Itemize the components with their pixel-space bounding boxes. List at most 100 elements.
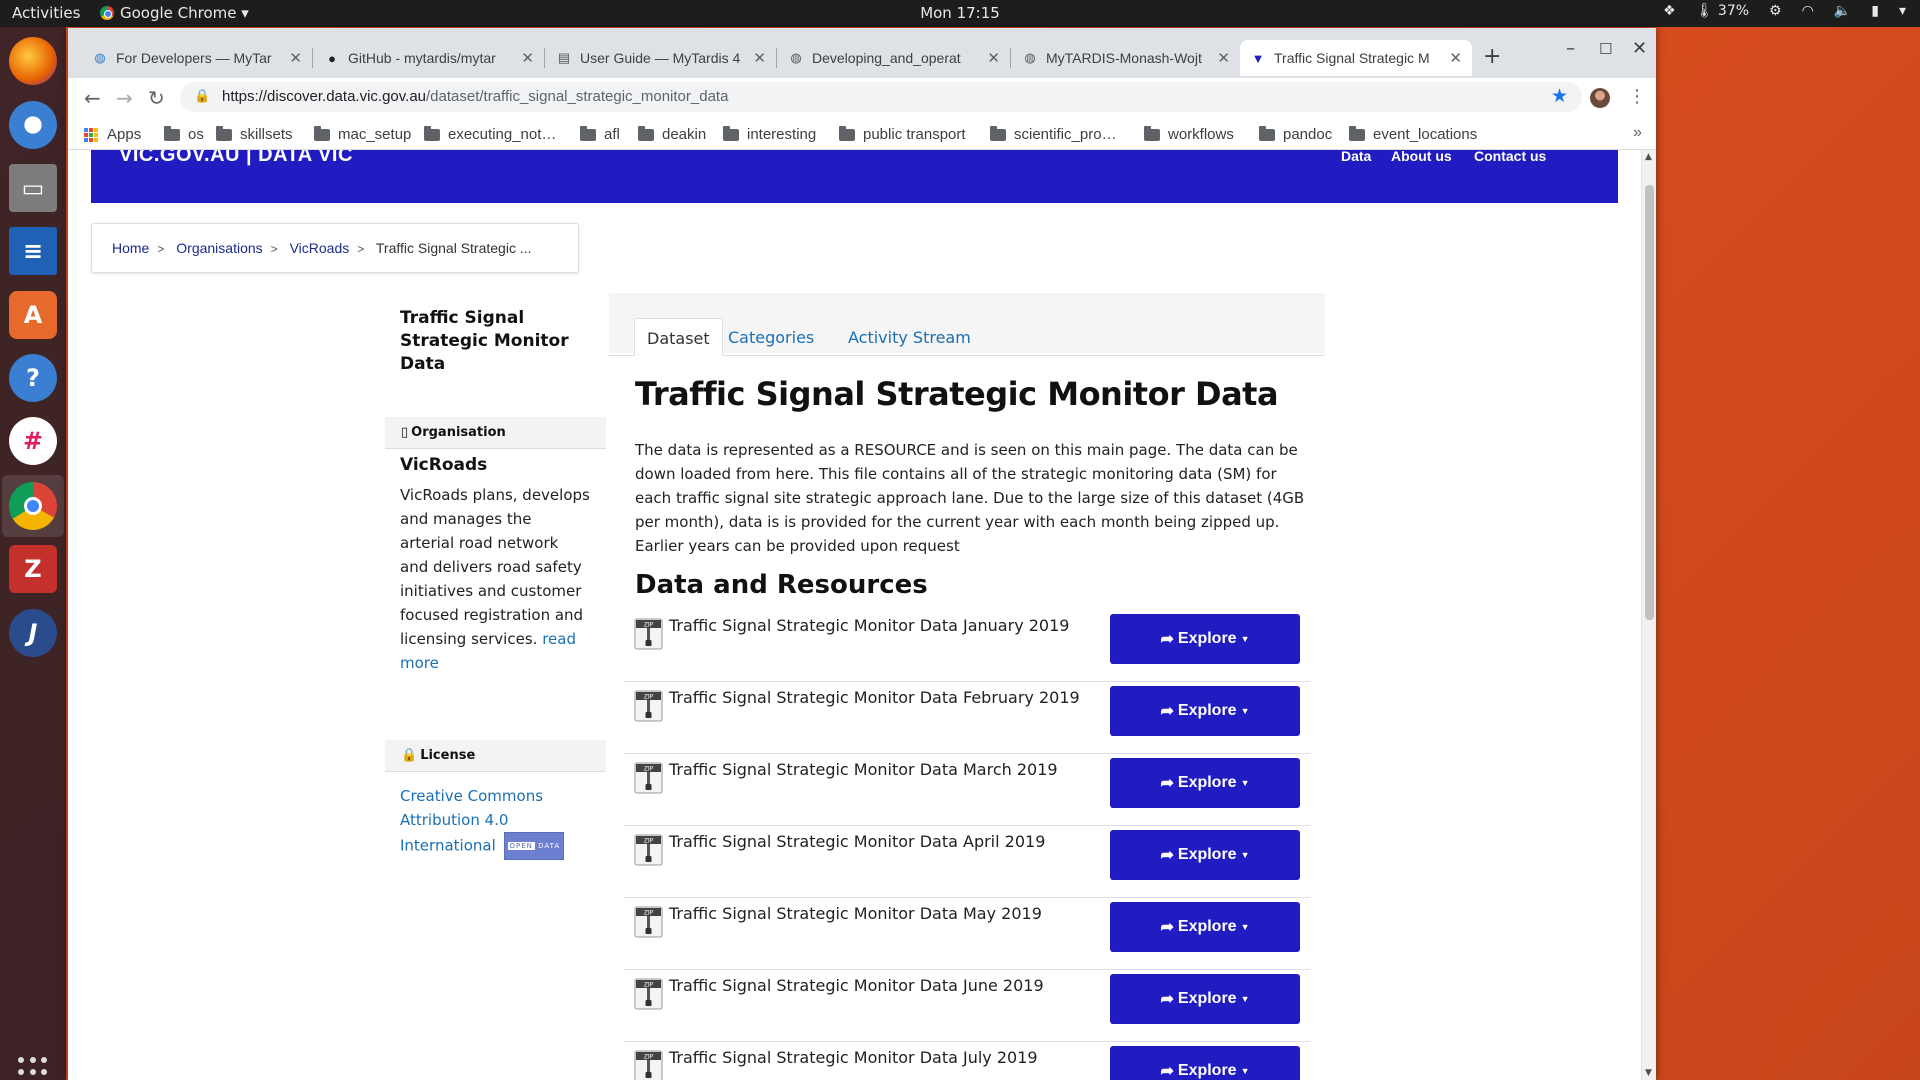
- scroll-up-icon[interactable]: ▲: [1645, 152, 1652, 162]
- doc-icon: ▤: [557, 50, 571, 65]
- bookmark-folder[interactable]: afl: [580, 125, 620, 143]
- bookmark-apps[interactable]: Apps: [84, 126, 141, 143]
- new-tab-button[interactable]: +: [1483, 44, 1501, 69]
- breadcrumb-organisations[interactable]: Organisations: [176, 240, 262, 256]
- explore-button[interactable]: ➦ Explore ▼: [1110, 686, 1300, 736]
- folder-icon: [424, 125, 440, 141]
- bookmark-star-icon[interactable]: ★: [1551, 85, 1568, 108]
- license-block: Creative Commons Attribution 4.0 Interna…: [400, 784, 600, 860]
- writer-icon[interactable]: ≡: [9, 227, 57, 275]
- forward-button[interactable]: →: [116, 86, 133, 110]
- system-tray[interactable]: ❖ 🌡 37% ⚙ ◠ 🔈 ▮ ▾: [1663, 3, 1906, 19]
- browser-tab[interactable]: ▤ User Guide — MyTardis 4 ✕: [546, 40, 776, 76]
- chrome-dock-icon[interactable]: [9, 482, 57, 530]
- open-data-badge[interactable]: OPEN DATA: [503, 832, 565, 860]
- bookmark-folder[interactable]: pandoc: [1259, 125, 1332, 143]
- nav-about-us[interactable]: About us: [1391, 150, 1452, 164]
- bookmark-folder[interactable]: event_locations: [1349, 125, 1477, 143]
- explore-button[interactable]: ➦ Explore ▼: [1110, 758, 1300, 808]
- browser-tab[interactable]: ◍ Developing_and_operat ✕: [778, 40, 1010, 76]
- resource-name[interactable]: Traffic Signal Strategic Monitor Data Ja…: [669, 616, 1069, 635]
- resource-name[interactable]: Traffic Signal Strategic Monitor Data Fe…: [669, 688, 1080, 707]
- dataset-description: The data is represented as a RESOURCE an…: [635, 441, 1305, 555]
- chrome-icon: [100, 6, 114, 20]
- bookmark-folder[interactable]: mac_setup: [314, 125, 411, 143]
- jupyter-icon[interactable]: J: [9, 609, 57, 657]
- close-icon[interactable]: ✕: [289, 49, 302, 67]
- zotero-icon[interactable]: Z: [9, 545, 57, 593]
- explore-button[interactable]: ➦ Explore ▼: [1110, 974, 1300, 1024]
- resource-name[interactable]: Traffic Signal Strategic Monitor Data Ap…: [669, 832, 1045, 851]
- bookmark-folder[interactable]: deakin: [638, 125, 706, 143]
- browser-tab[interactable]: ● GitHub - mytardis/mytar ✕: [314, 40, 544, 76]
- explore-button[interactable]: ➦ Explore ▼: [1110, 1046, 1300, 1080]
- folder-icon: [638, 125, 654, 141]
- files-icon[interactable]: ▭: [9, 164, 57, 212]
- close-icon[interactable]: ✕: [521, 49, 534, 67]
- chrome-menu-icon[interactable]: ⋮: [1628, 86, 1646, 107]
- close-window-button[interactable]: ✕: [1632, 38, 1647, 59]
- nav-data[interactable]: Data: [1341, 150, 1371, 164]
- close-icon[interactable]: ✕: [987, 49, 1000, 67]
- back-button[interactable]: ←: [84, 86, 101, 110]
- maximize-button[interactable]: ☐: [1599, 40, 1612, 58]
- nav-contact-us[interactable]: Contact us: [1474, 150, 1546, 164]
- close-icon[interactable]: ✕: [753, 49, 766, 67]
- volume-icon: 🔈: [1833, 3, 1852, 19]
- bookmark-folder[interactable]: scientific_pro…: [990, 125, 1117, 143]
- help-icon[interactable]: ?: [9, 354, 57, 402]
- show-applications-icon[interactable]: [18, 1057, 48, 1080]
- address-bar[interactable]: 🔒 https://discover.data.vic.gov.au/datas…: [180, 82, 1582, 112]
- firefox-icon[interactable]: [9, 37, 57, 85]
- slack-icon[interactable]: #: [9, 417, 57, 465]
- bookmark-folder[interactable]: workflows: [1144, 125, 1234, 143]
- svg-text:ZIP: ZIP: [644, 838, 654, 845]
- caret-down-icon: ▼: [1240, 706, 1250, 716]
- resource-name[interactable]: Traffic Signal Strategic Monitor Data Ju…: [669, 1048, 1038, 1067]
- close-icon[interactable]: ✕: [1217, 49, 1230, 67]
- folder-icon: [164, 125, 180, 141]
- browser-tab[interactable]: ◍ MyTARDIS-Monash-Wojt ✕: [1012, 40, 1240, 76]
- resource-name[interactable]: Traffic Signal Strategic Monitor Data Ma…: [669, 904, 1042, 923]
- tab-categories[interactable]: Categories: [716, 318, 826, 356]
- explore-label: Explore: [1177, 630, 1237, 647]
- bookmark-folder[interactable]: executing_not…: [424, 125, 556, 143]
- thunderbird-icon[interactable]: [9, 101, 57, 149]
- activities-button[interactable]: Activities: [12, 4, 80, 22]
- minimize-button[interactable]: –: [1566, 38, 1575, 59]
- resource-name[interactable]: Traffic Signal Strategic Monitor Data Ma…: [669, 760, 1058, 779]
- browser-toolbar: ← → ↻ 🔒 https://discover.data.vic.gov.au…: [68, 78, 1656, 118]
- breadcrumb-home[interactable]: Home: [112, 240, 149, 256]
- browser-tab[interactable]: ◍ For Developers — MyTar ✕: [82, 40, 312, 76]
- scrollbar-thumb[interactable]: [1645, 185, 1654, 620]
- breadcrumb-vicroads[interactable]: VicRoads: [290, 240, 350, 256]
- tab-label: For Developers — MyTar: [116, 50, 272, 66]
- browser-tab-active[interactable]: ▼ Traffic Signal Strategic M ✕: [1240, 40, 1472, 76]
- bookmark-folder[interactable]: interesting: [723, 125, 816, 143]
- page-scrollbar[interactable]: ▲ ▼: [1641, 150, 1656, 1080]
- globe-icon: ◍: [94, 50, 106, 65]
- site-logo[interactable]: VIC.GOV.AU | DATA VIC: [119, 150, 353, 167]
- explore-button[interactable]: ➦ Explore ▼: [1110, 830, 1300, 880]
- folder-icon: [990, 125, 1006, 141]
- profile-avatar[interactable]: [1590, 88, 1610, 108]
- scroll-down-icon[interactable]: ▼: [1645, 1068, 1652, 1078]
- close-icon[interactable]: ✕: [1449, 49, 1462, 67]
- bookmark-folder[interactable]: public transport: [839, 125, 966, 143]
- explore-button[interactable]: ➦ Explore ▼: [1110, 614, 1300, 664]
- battery-icon: ▮: [1871, 3, 1879, 19]
- more-bookmarks-icon[interactable]: »: [1633, 124, 1642, 142]
- explore-label: Explore: [1177, 990, 1237, 1007]
- tab-dataset[interactable]: Dataset: [634, 318, 723, 356]
- reload-button[interactable]: ↻: [148, 86, 165, 110]
- explore-button[interactable]: ➦ Explore ▼: [1110, 902, 1300, 952]
- resource-name[interactable]: Traffic Signal Strategic Monitor Data Ju…: [669, 976, 1044, 995]
- bookmark-folder[interactable]: os: [164, 125, 204, 143]
- zip-file-icon: ZIP: [634, 906, 663, 938]
- bookmark-folder[interactable]: skillsets: [216, 125, 293, 143]
- software-center-icon[interactable]: A: [9, 291, 57, 339]
- clock[interactable]: Mon 17:15: [920, 4, 1000, 22]
- sidebar-dataset-title: Traffic Signal Strategic Monitor Data: [400, 308, 569, 374]
- app-menu[interactable]: Google Chrome ▾: [100, 4, 249, 22]
- tab-activity-stream[interactable]: Activity Stream: [836, 318, 983, 356]
